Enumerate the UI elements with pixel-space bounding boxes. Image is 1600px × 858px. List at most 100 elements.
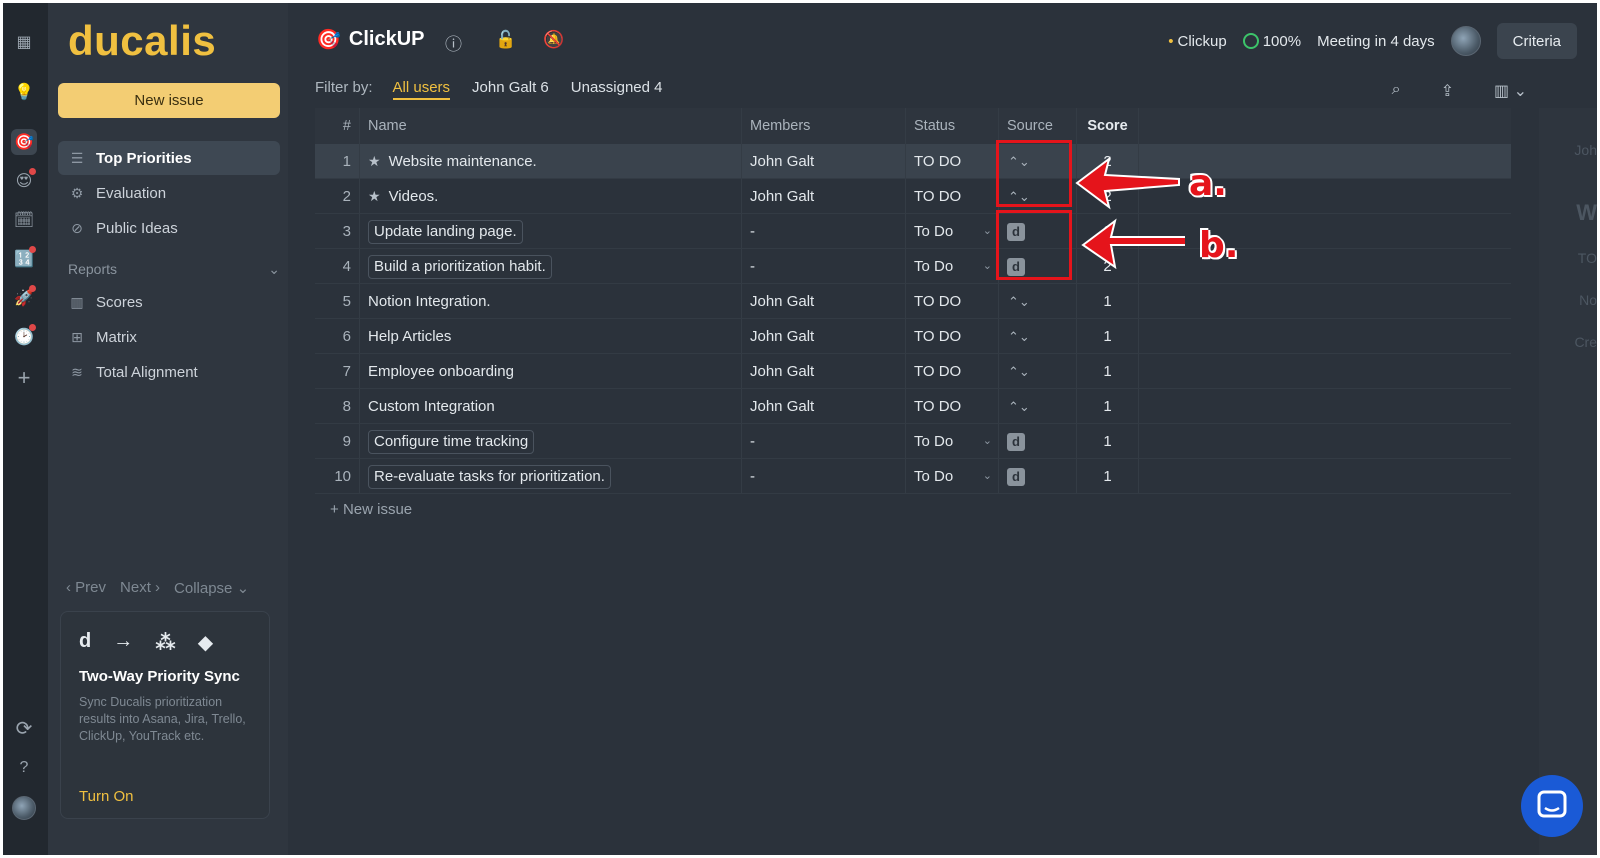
chevron-down-icon[interactable]: ⌄ xyxy=(983,424,992,458)
table-row[interactable]: 1★Website maintenance.John GaltTO DO⌃⌄2 xyxy=(315,144,1511,179)
row-name-cell[interactable]: Re-evaluate tasks for prioritization. xyxy=(359,459,741,493)
progress-indicator[interactable]: 100% xyxy=(1242,32,1301,50)
col-source-header[interactable]: Source xyxy=(998,108,1076,144)
col-number-header[interactable]: # xyxy=(315,108,359,144)
issue-name[interactable]: Build a prioritization habit. xyxy=(368,255,552,279)
user-avatar-icon[interactable] xyxy=(11,795,37,821)
row-status[interactable]: TO DO xyxy=(905,179,998,213)
col-members-header[interactable]: Members xyxy=(741,108,905,144)
filter-unassigned[interactable]: Unassigned 4 xyxy=(571,79,663,100)
row-name-cell[interactable]: Build a prioritization habit. xyxy=(359,249,741,283)
star-icon[interactable]: ★ xyxy=(368,188,381,204)
row-name-cell[interactable]: Employee onboarding xyxy=(359,354,741,388)
columns-toggle-icon[interactable]: ▥ ⌄ xyxy=(1494,81,1527,101)
chevron-down-icon[interactable]: ⌄ xyxy=(983,214,992,248)
row-name-cell[interactable]: ★ Website maintenance. xyxy=(359,144,741,178)
row-members[interactable]: John Galt xyxy=(741,389,905,423)
info-icon[interactable]: ⓘ xyxy=(445,30,462,55)
col-name-header[interactable]: Name xyxy=(359,108,741,144)
integration-status[interactable]: • Clickup xyxy=(1168,33,1226,50)
nav-scores[interactable]: ▥ Scores xyxy=(58,285,280,319)
unlock-icon[interactable]: 🔓 xyxy=(495,30,516,50)
clickup-source-icon: ⌃⌄ xyxy=(1008,329,1030,344)
row-members[interactable]: John Galt xyxy=(741,144,905,178)
row-status[interactable]: TO DO xyxy=(905,354,998,388)
row-members[interactable]: - xyxy=(741,249,905,283)
add-project-icon[interactable]: + xyxy=(11,365,37,391)
issue-name[interactable]: Configure time tracking xyxy=(368,430,535,454)
col-status-header[interactable]: Status xyxy=(905,108,998,144)
col-score-header[interactable]: Score xyxy=(1076,108,1139,144)
chat-widget-button[interactable] xyxy=(1521,775,1583,837)
help-icon[interactable]: ? xyxy=(11,755,37,781)
reports-section-header[interactable]: Reports ⌄ xyxy=(68,261,280,278)
row-status[interactable]: To Do ⌄ xyxy=(905,424,998,458)
table-row[interactable]: 7 Employee onboarding John Galt TO DO ⌃⌄ 1 xyxy=(315,354,1511,389)
filter-all-users[interactable]: All users xyxy=(392,79,451,100)
row-members[interactable]: John Galt xyxy=(741,179,905,213)
share-icon[interactable]: ⇪ xyxy=(1441,81,1454,101)
table-row[interactable]: 2 ★ Videos. John Galt TO DO ⌃⌄ 2 xyxy=(315,179,1511,214)
progress-ring-icon xyxy=(1242,32,1259,49)
row-members[interactable]: John Galt xyxy=(741,319,905,353)
chevron-down-icon[interactable]: ⌄ xyxy=(983,249,992,283)
prev-button[interactable]: ‹ Prev xyxy=(66,579,106,597)
row-members[interactable]: - xyxy=(741,214,905,248)
row-name-cell[interactable]: Custom Integration xyxy=(359,389,741,423)
star-icon[interactable]: ★ xyxy=(368,153,381,169)
table-row[interactable]: 10 Re-evaluate tasks for prioritization. -… xyxy=(315,459,1511,494)
table-row[interactable]: 3Update landing page.-To Do⌄d2 xyxy=(315,214,1511,249)
target-icon[interactable]: 🎯 xyxy=(11,129,37,155)
row-status[interactable]: To Do ⌄ xyxy=(905,249,998,283)
row-members[interactable]: John Galt xyxy=(741,354,905,388)
row-members[interactable]: John Galt xyxy=(741,284,905,318)
row-status[interactable]: TO DO xyxy=(905,144,998,178)
row-name-cell[interactable]: Notion Integration. xyxy=(359,284,741,318)
apps-grid-icon[interactable]: ▦ xyxy=(11,29,37,55)
row-status[interactable]: TO DO xyxy=(905,284,998,318)
chevron-down-icon[interactable]: ⌄ xyxy=(983,459,992,493)
meeting-label[interactable]: Meeting in 4 days xyxy=(1317,33,1435,50)
notifications-off-icon[interactable]: 🔕 xyxy=(543,30,564,50)
calendar-project-icon[interactable]: 🗓 xyxy=(11,207,37,233)
filter-john-galt[interactable]: John Galt 6 xyxy=(472,79,549,100)
row-name-cell[interactable]: Configure time tracking xyxy=(359,424,741,458)
row-status[interactable]: TO DO xyxy=(905,319,998,353)
row-name-cell[interactable]: ★ Videos. xyxy=(359,179,741,213)
rocket-icon[interactable]: 🚀 xyxy=(11,285,37,311)
table-row[interactable]: 9 Configure time tracking - To Do ⌄ d 1 xyxy=(315,424,1511,459)
row-status[interactable]: To Do ⌄ xyxy=(905,459,998,493)
avatar[interactable] xyxy=(1450,26,1481,56)
row-members[interactable]: - xyxy=(741,459,905,493)
emoji-project-icon[interactable]: 😍 xyxy=(11,168,37,194)
search-icon[interactable]: ⌕ xyxy=(1392,81,1401,101)
sync-icon[interactable]: ⟳ xyxy=(11,715,37,741)
nav-top-priorities[interactable]: ☰ Top Priorities xyxy=(58,141,280,175)
numbers-project-icon[interactable]: 🔢 xyxy=(11,246,37,272)
row-name-cell[interactable]: Update landing page. xyxy=(359,214,741,248)
table-row[interactable]: 5 Notion Integration. John Galt TO DO ⌃⌄ 1 xyxy=(315,284,1511,319)
lightbulb-icon[interactable]: 💡 xyxy=(11,79,37,105)
table-row[interactable]: 8 Custom Integration John Galt TO DO ⌃⌄ 1 xyxy=(315,389,1511,424)
nav-public-ideas[interactable]: ⊘ Public Ideas xyxy=(58,211,280,245)
row-members[interactable]: - xyxy=(741,424,905,458)
new-issue-row[interactable]: + New issue xyxy=(330,501,412,518)
row-status[interactable]: To Do ⌄ xyxy=(905,214,998,248)
main-area: 🎯 ClickUP ⓘ 🔓 🔕 • Clickup 100% Meeting in… xyxy=(288,3,1597,855)
collapse-button[interactable]: Collapse ⌄ xyxy=(174,579,249,597)
nav-label: Scores xyxy=(96,293,143,311)
row-status[interactable]: TO DO xyxy=(905,389,998,423)
nav-matrix[interactable]: ⊞ Matrix xyxy=(58,320,280,354)
row-name-cell[interactable]: Help Articles xyxy=(359,319,741,353)
new-issue-button[interactable]: New issue xyxy=(58,83,280,118)
turn-on-link[interactable]: Turn On xyxy=(79,788,133,805)
clock-icon[interactable]: 🕑 xyxy=(11,324,37,350)
issue-name[interactable]: Update landing page. xyxy=(368,220,523,244)
table-row[interactable]: 6 Help Articles John Galt TO DO ⌃⌄ 1 xyxy=(315,319,1511,354)
nav-evaluation[interactable]: ⚙ Evaluation xyxy=(58,176,280,210)
nav-total-alignment[interactable]: ≋ Total Alignment xyxy=(58,355,280,389)
criteria-button[interactable]: Criteria xyxy=(1496,23,1577,59)
next-button[interactable]: Next › xyxy=(120,579,160,597)
issue-name[interactable]: Re-evaluate tasks for prioritization. xyxy=(368,465,611,489)
table-row[interactable]: 4 Build a prioritization habit. - To Do ⌄ d 2 xyxy=(315,249,1511,284)
